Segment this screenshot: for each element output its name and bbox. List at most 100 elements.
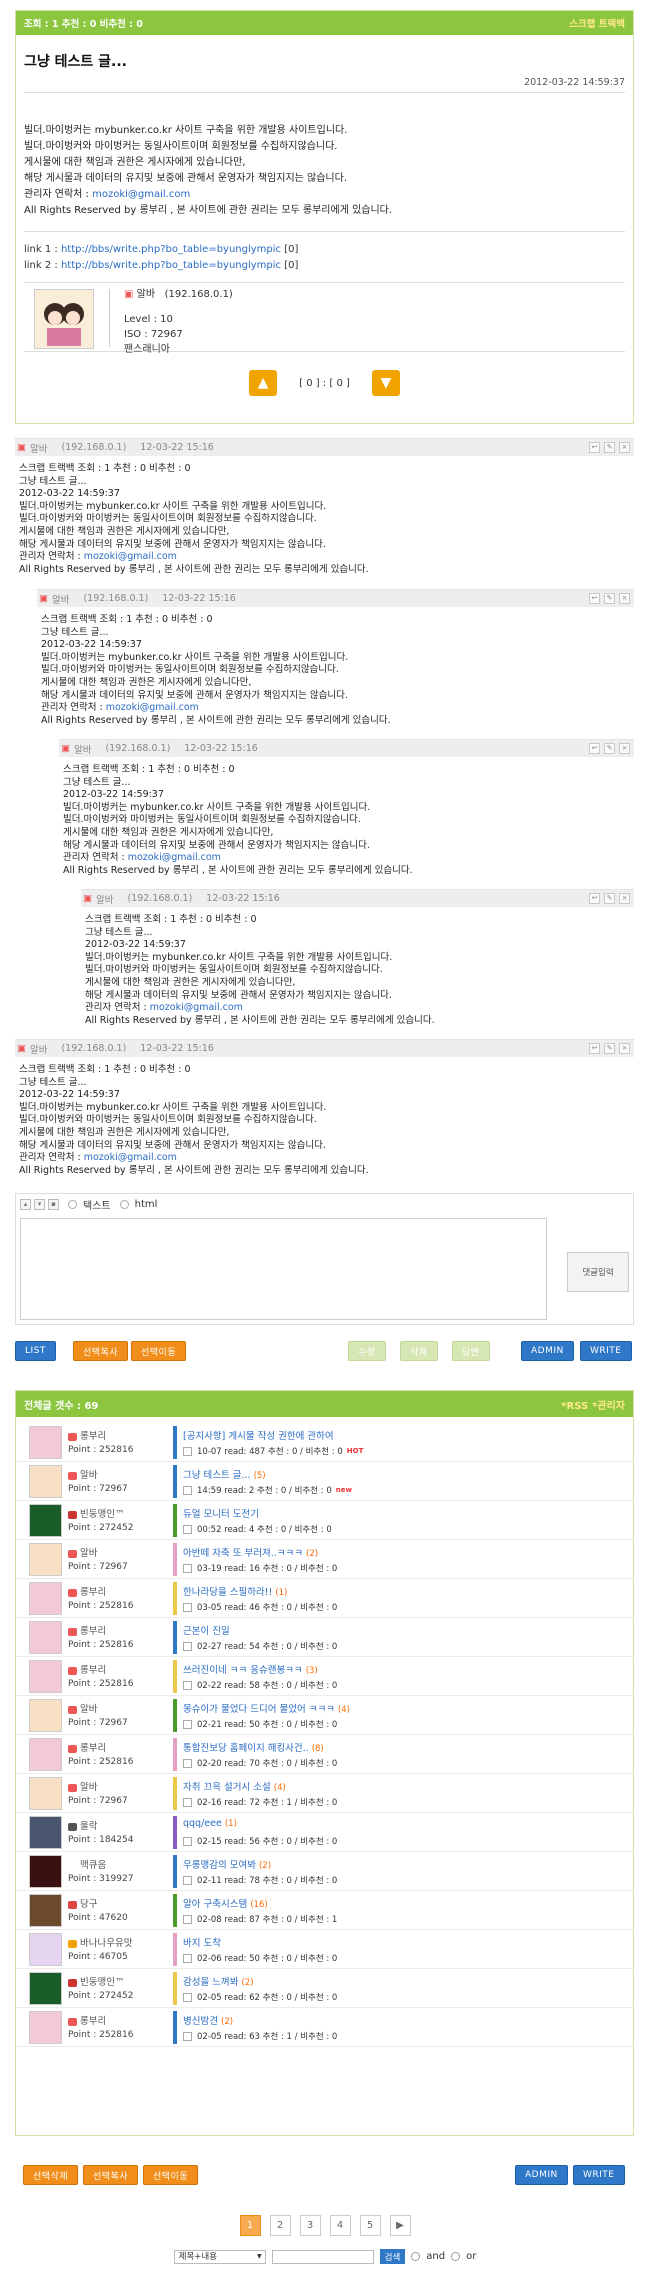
post-title-link[interactable]: qqq/eee <box>183 1818 222 1829</box>
admin-email-link[interactable]: mozoki@gmail.com <box>84 551 177 562</box>
admin-link[interactable]: *관리자 <box>592 1401 625 1412</box>
admin-email-link[interactable]: mozoki@gmail.com <box>150 1002 243 1013</box>
comment-author[interactable]: 알바 <box>96 892 113 906</box>
post-title-link[interactable]: 몽슈이가 물었다 드디어 물었어 ㅋㅋㅋ <box>183 1704 335 1715</box>
close-icon[interactable]: × <box>619 593 630 604</box>
row-checkbox[interactable] <box>183 1914 192 1924</box>
member-nick[interactable]: 롱부리 <box>80 2016 106 2027</box>
page-1[interactable]: 1 <box>239 2215 261 2236</box>
list-button[interactable]: LIST <box>15 1341 56 1361</box>
post-title-link[interactable]: 통합진보당 홈페이지 해킹사건.. <box>183 1743 309 1754</box>
member-nick[interactable]: 알바 <box>80 1782 97 1793</box>
reply-icon[interactable]: ↩ <box>589 593 600 604</box>
member-nick[interactable]: 맥큐음 <box>80 1860 106 1871</box>
link-2[interactable]: http://bbs/write.php?bo_table=byunglympi… <box>61 260 281 271</box>
comment-author[interactable]: 알바 <box>74 742 91 756</box>
edit-icon[interactable]: ✎ <box>604 743 615 754</box>
page-5[interactable]: 5 <box>359 2215 381 2236</box>
close-icon[interactable]: × <box>619 893 630 904</box>
admin-button-bottom[interactable]: ADMIN <box>515 2165 568 2185</box>
write-button-bottom[interactable]: WRITE <box>573 2165 625 2185</box>
close-icon[interactable]: × <box>619 1043 630 1054</box>
html-mode-radio[interactable] <box>119 1199 129 1209</box>
row-checkbox[interactable] <box>183 1563 192 1573</box>
row-checkbox[interactable] <box>183 1524 192 1534</box>
post-title-link[interactable]: 감성을 느껴봐 <box>183 1977 238 1988</box>
reply-icon[interactable]: ↩ <box>589 442 600 453</box>
member-nick[interactable]: 롱부리 <box>80 1665 106 1676</box>
post-title-link[interactable]: 그냥 테스트 글... <box>183 1470 251 1481</box>
search-input[interactable] <box>271 2249 374 2264</box>
text-mode-radio[interactable] <box>68 1199 77 1209</box>
member-nick[interactable]: 바나나우유맛 <box>80 1938 132 1949</box>
edit-icon[interactable]: ✎ <box>604 1043 615 1054</box>
row-checkbox[interactable] <box>183 1992 192 2002</box>
delete-selected-button[interactable]: 선택삭제 <box>23 2165 79 2185</box>
member-nick[interactable]: 빈둥맹인™ <box>80 1509 124 1520</box>
post-title-link[interactable]: 듀얼 모니터 도전기 <box>183 1509 259 1520</box>
comment-textarea[interactable] <box>20 1218 547 1320</box>
comment-submit-button[interactable]: 댓글입력 <box>567 1252 629 1292</box>
or-radio[interactable] <box>451 2252 461 2261</box>
and-radio[interactable] <box>411 2252 421 2261</box>
comment-author[interactable]: 알바 <box>30 1042 47 1056</box>
rss-link[interactable]: *RSS <box>561 1401 588 1412</box>
member-nick[interactable]: 빈둥맹인™ <box>80 1977 124 1988</box>
row-checkbox[interactable] <box>183 1758 192 1768</box>
reply-icon[interactable]: ↩ <box>589 893 600 904</box>
post-title-link[interactable]: 아반떼 자축 또 부러져..ㅋㅋㅋ <box>183 1548 303 1559</box>
post-title-link[interactable]: 바지 도착 <box>183 1938 221 1949</box>
editor-down-icon[interactable]: ▾ <box>34 1198 45 1210</box>
post-title-link[interactable]: [공지사항] 게시물 작성 권한에 관하여 <box>183 1431 334 1442</box>
row-checkbox[interactable] <box>183 1875 192 1885</box>
copy-selected-button[interactable]: 선택복사 <box>83 2165 139 2185</box>
member-nick[interactable]: 롱부리 <box>80 1431 106 1442</box>
member-nick[interactable]: 당구 <box>80 1899 97 1910</box>
comment-author[interactable]: 알바 <box>52 592 69 606</box>
post-title-link[interactable]: 병신밤견 <box>183 2016 218 2027</box>
member-nick[interactable]: 알바 <box>80 1548 97 1559</box>
post-title-link[interactable]: 한나라당을 스필하라!! <box>183 1587 272 1598</box>
reply-icon[interactable]: ↩ <box>589 743 600 754</box>
admin-email-link[interactable]: mozoki@gmail.com <box>128 852 221 863</box>
reply-icon[interactable]: ↩ <box>589 1043 600 1054</box>
author-name[interactable]: 알바 <box>137 289 155 300</box>
search-field-select[interactable]: 제목+내용 <box>173 2249 266 2264</box>
post-title-link[interactable]: 근본이 진일 <box>183 1626 230 1637</box>
member-nick[interactable]: 롱부리 <box>80 1626 106 1637</box>
admin-email-link[interactable]: mozoki@gmail.com <box>84 1152 177 1163</box>
copy-button[interactable]: 선택복사 <box>73 1341 129 1361</box>
row-checkbox[interactable] <box>183 1797 192 1807</box>
row-checkbox[interactable] <box>183 1836 192 1846</box>
page-2[interactable]: 2 <box>269 2215 291 2236</box>
row-checkbox[interactable] <box>183 1953 192 1963</box>
link-1[interactable]: http://bbs/write.php?bo_table=byunglympi… <box>61 244 281 255</box>
member-nick[interactable]: 울락 <box>80 1821 97 1832</box>
move-selected-button[interactable]: 선택이동 <box>143 2165 199 2185</box>
next-page-icon[interactable]: ▶ <box>389 2215 411 2236</box>
page-3[interactable]: 3 <box>299 2215 321 2236</box>
row-checkbox[interactable] <box>183 1602 192 1612</box>
member-nick[interactable]: 롱부리 <box>80 1587 106 1598</box>
post-title-link[interactable]: 자취 끄윽 설거시 소설 <box>183 1782 271 1793</box>
row-checkbox[interactable] <box>183 1680 192 1690</box>
close-icon[interactable]: × <box>619 743 630 754</box>
row-checkbox[interactable] <box>183 2031 192 2041</box>
row-checkbox[interactable] <box>183 1485 192 1495</box>
member-nick[interactable]: 알바 <box>80 1470 97 1481</box>
move-button[interactable]: 선택이동 <box>131 1341 187 1361</box>
admin-email-link[interactable]: mozoki@gmail.com <box>92 189 190 200</box>
search-button[interactable]: 검색 <box>379 2249 406 2264</box>
post-title-link[interactable]: 알아 구축시스템 <box>183 1899 247 1910</box>
comment-author[interactable]: 알바 <box>30 441 47 455</box>
modify-button[interactable]: 수정 <box>348 1341 386 1361</box>
row-checkbox[interactable] <box>183 1641 192 1651</box>
member-nick[interactable]: 롱부리 <box>80 1743 106 1754</box>
row-checkbox[interactable] <box>183 1719 192 1729</box>
close-icon[interactable]: × <box>619 442 630 453</box>
delete-button[interactable]: 삭제 <box>400 1341 438 1361</box>
thumbs-down-icon[interactable]: ▼ <box>371 370 400 396</box>
page-4[interactable]: 4 <box>329 2215 351 2236</box>
edit-icon[interactable]: ✎ <box>604 893 615 904</box>
reply-button[interactable]: 답변 <box>452 1341 490 1361</box>
